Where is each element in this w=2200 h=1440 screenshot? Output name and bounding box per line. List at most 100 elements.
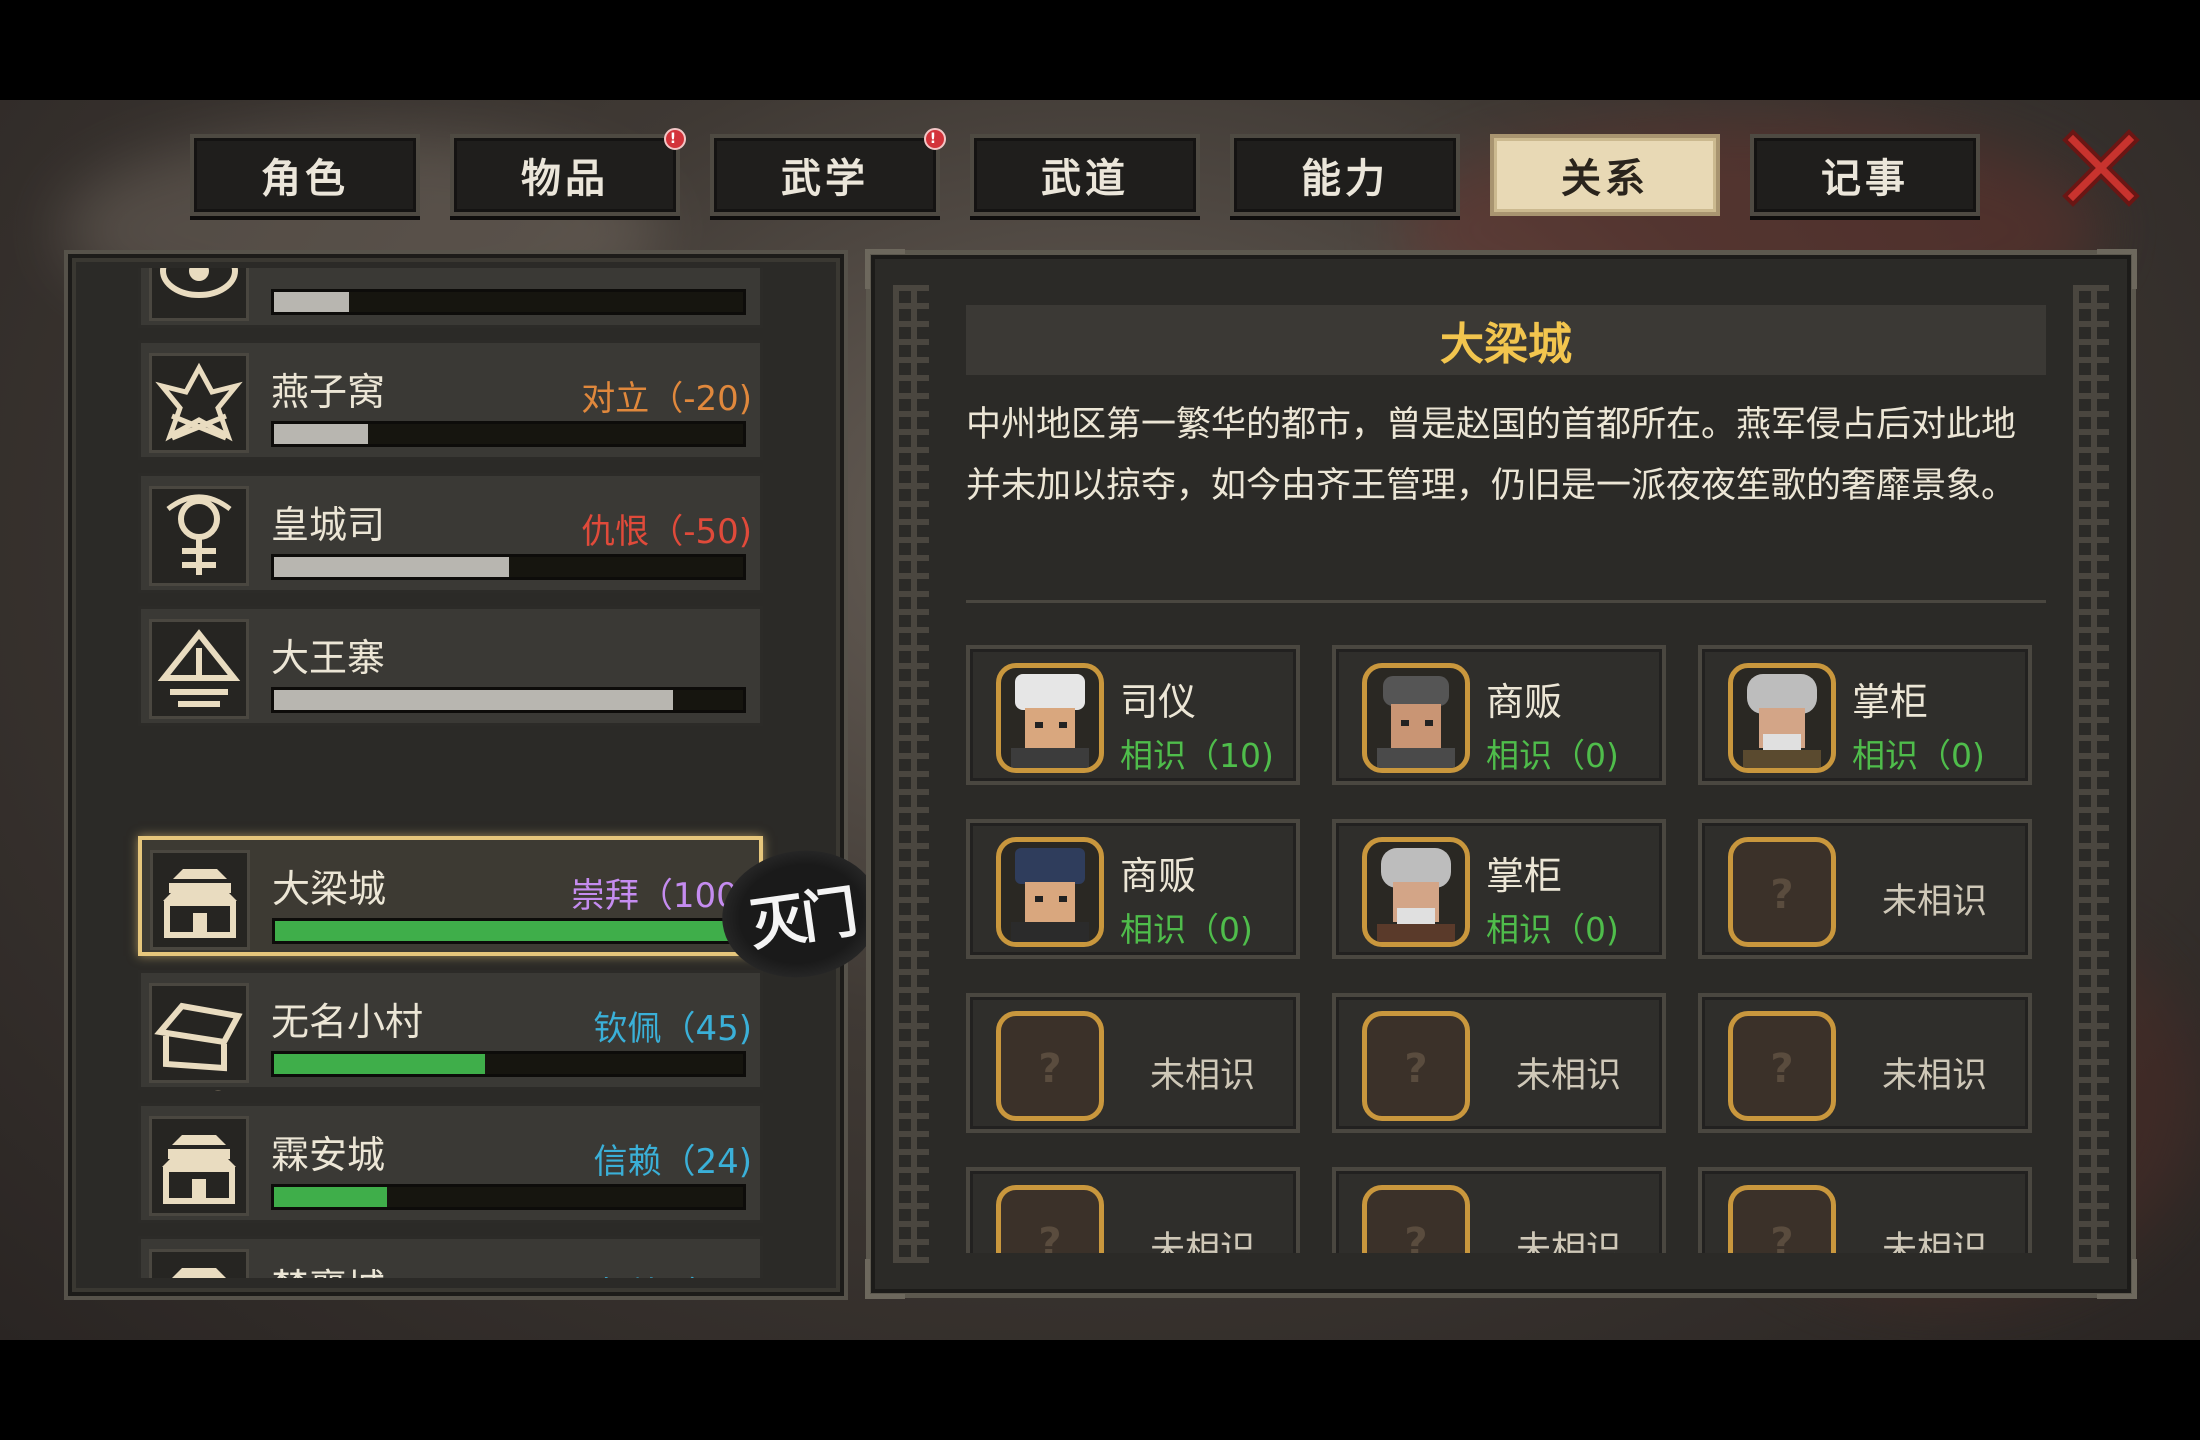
sect-emblem-icon (149, 268, 249, 321)
npc-card-unknown[interactable]: ? 未相识 (1698, 819, 2032, 959)
faction-name: 大王寨 (271, 636, 386, 680)
close-x-icon (2062, 129, 2140, 207)
npc-card[interactable]: 商贩 相识（0) (966, 819, 1300, 959)
tab-bar: 角色 物品! 武学! 武道 能力 关系 记事 (190, 128, 1990, 216)
npc-name: 掌柜 (1486, 854, 1563, 898)
town-row[interactable]: 无名小村 钦佩（45) (138, 970, 763, 1090)
swallow-nest-emblem-icon (149, 353, 249, 453)
town-status: 信赖（24) (593, 1142, 752, 1182)
unknown-portrait: ? (1728, 1185, 1836, 1253)
question-mark-icon: ? (1770, 1046, 1794, 1092)
town-name: 大梁城 (272, 867, 387, 911)
npc-unknown-label: 未相识 (1150, 1056, 1256, 1096)
town-row[interactable]: 楚襄城 友善（17) (138, 1236, 763, 1278)
reputation-bar-fill (274, 1187, 387, 1207)
town-name: 霖安城 (271, 1133, 386, 1177)
unknown-portrait: ? (996, 1185, 1104, 1253)
tab-martial-arts[interactable]: 武学! (710, 128, 946, 216)
tab-label: 角色 (261, 156, 349, 202)
corner-ornament (865, 1259, 905, 1299)
npc-card-unknown[interactable]: ? 未相识 (1332, 1167, 1666, 1253)
tab-abilities[interactable]: 能力 (1230, 134, 1460, 216)
corner-ornament (2097, 1259, 2137, 1299)
reputation-bar (271, 1184, 746, 1210)
corner-ornament (2097, 249, 2137, 289)
border-pattern (2073, 285, 2109, 1263)
npc-card-unknown[interactable]: ? 未相识 (966, 993, 1300, 1133)
faction-name: 皇城司 (271, 503, 386, 547)
npc-card-unknown[interactable]: ? 未相识 (1698, 1167, 2032, 1253)
npc-card-unknown[interactable]: ? 未相识 (966, 1167, 1300, 1253)
npc-card-unknown[interactable]: ? 未相识 (1332, 993, 1666, 1133)
town-status: 友善（17) (593, 1267, 752, 1278)
reputation-bar (272, 918, 747, 944)
divider (966, 600, 2046, 603)
tab-items[interactable]: 物品! (450, 128, 686, 216)
unknown-portrait: ? (1362, 1185, 1470, 1253)
tab-label: 能力 (1301, 156, 1389, 202)
reputation-bar-fill (274, 1054, 486, 1074)
reputation-bar (271, 554, 746, 580)
npc-card-unknown[interactable]: ? 未相识 (1698, 993, 2032, 1133)
faction-row[interactable]: 皇城司 仇恨（-50) (138, 473, 763, 593)
npc-unknown-label: 未相识 (1882, 882, 1988, 922)
npc-unknown-label: 未相识 (1150, 1230, 1256, 1253)
notification-badge: ! (924, 128, 946, 150)
npc-relation: 相识（0) (1120, 910, 1253, 949)
npc-card[interactable]: 商贩 相识（0) (1332, 645, 1666, 785)
tab-label: 武道 (1041, 156, 1129, 202)
tab-character[interactable]: 角色 (190, 134, 420, 216)
location-title: 大梁城 (966, 305, 2046, 375)
reputation-bar (271, 289, 746, 315)
town-row-selected[interactable]: 大梁城 崇拜（100) (138, 836, 763, 956)
npc-unknown-label: 未相识 (1882, 1230, 1988, 1253)
faction-row[interactable]: 燕子窝 对立（-20) (138, 340, 763, 460)
npc-relation: 相识（0) (1486, 910, 1619, 949)
npc-unknown-label: 未相识 (1516, 1230, 1622, 1253)
reputation-bar (271, 687, 746, 713)
question-mark-icon: ? (1770, 872, 1794, 918)
npc-name: 商贩 (1120, 854, 1197, 898)
npc-grid[interactable]: 司仪 相识（10) 商贩 相识（0) 掌柜 相识（0) 商贩 相识（0) 掌柜 … (966, 645, 2056, 1253)
faction-row[interactable]: 大王寨 (138, 606, 763, 726)
tab-martial-path[interactable]: 武道 (970, 134, 1200, 216)
bandit-camp-emblem-icon (149, 619, 249, 719)
town-name: 楚襄城 (271, 1257, 385, 1278)
close-button[interactable] (2055, 122, 2147, 214)
town-status: 钦佩（45) (593, 1009, 752, 1049)
faction-list-panel: 燕子窝 对立（-20) 皇城司 仇恨（-50) 大王寨 — 村镇 (64, 250, 888, 1300)
question-mark-icon: ? (1404, 1220, 1428, 1253)
border-pattern (893, 285, 929, 1263)
npc-relation: 相识（10) (1120, 736, 1274, 775)
reputation-bar-fill (274, 690, 673, 710)
npc-card[interactable]: 掌柜 相识（0) (1698, 645, 2032, 785)
notification-badge: ! (664, 128, 686, 150)
location-description: 中州地区第一繁华的都市，曾是赵国的首都所在。燕军侵占后对此地并未加以掠夺，如今由… (966, 405, 2017, 506)
city-gate-icon (149, 1249, 249, 1278)
faction-status: 对立（-20) (581, 379, 752, 419)
npc-card[interactable]: 掌柜 相识（0) (1332, 819, 1666, 959)
unknown-portrait: ? (996, 1011, 1104, 1121)
faction-row[interactable] (138, 268, 763, 328)
town-row[interactable]: 霖安城 信赖（24) (138, 1103, 763, 1223)
corner-ornament (865, 249, 905, 289)
unknown-portrait: ? (1362, 1011, 1470, 1121)
reputation-bar (271, 421, 746, 447)
tab-relations[interactable]: 关系 (1490, 134, 1720, 216)
tab-label: 武学 (781, 156, 869, 202)
question-mark-icon: ? (1404, 1046, 1428, 1092)
npc-name: 司仪 (1120, 680, 1197, 724)
tab-journal[interactable]: 记事 (1750, 134, 1980, 216)
tab-label: 记事 (1821, 156, 1909, 202)
reputation-bar-fill (274, 424, 368, 444)
reputation-bar (271, 1051, 746, 1077)
tab-label: 物品 (521, 156, 609, 202)
detail-panel: 大梁城 中州地区第一繁华的都市，曾是赵国的首都所在。燕军侵占后对此地并未加以掠夺… (865, 249, 2137, 1299)
faction-list[interactable]: 燕子窝 对立（-20) 皇城司 仇恨（-50) 大王寨 — 村镇 (68, 268, 838, 1278)
npc-card[interactable]: 司仪 相识（10) (966, 645, 1300, 785)
npc-name: 掌柜 (1852, 680, 1929, 724)
town-name: 无名小村 (271, 1000, 424, 1044)
master-of-ceremonies-portrait (996, 663, 1104, 773)
npc-relation: 相识（0) (1852, 736, 1985, 775)
unknown-portrait: ? (1728, 1011, 1836, 1121)
